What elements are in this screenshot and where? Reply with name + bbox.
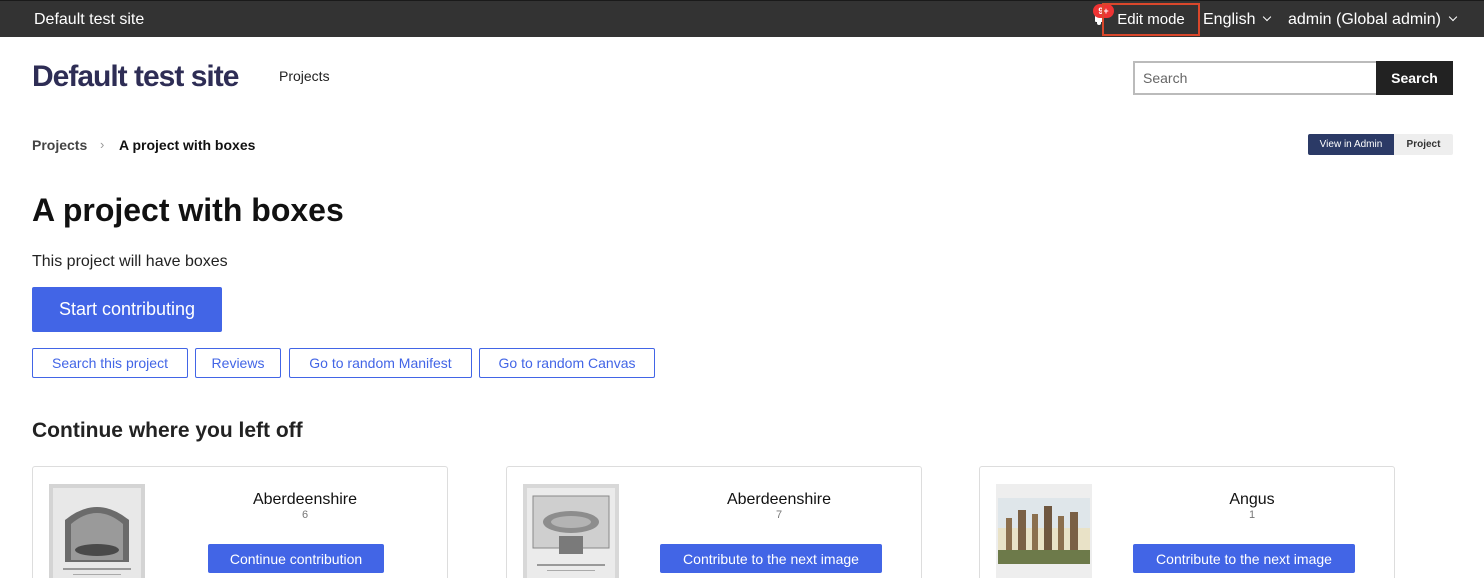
random-manifest-button[interactable]: Go to random Manifest — [289, 348, 472, 378]
topbar-site-name[interactable]: Default test site — [34, 11, 144, 29]
chevron-down-icon — [1448, 12, 1458, 22]
top-bar: Default test site 9+ Edit mode English a… — [0, 0, 1484, 37]
continue-heading: Continue where you left off — [32, 419, 303, 442]
manifest-thumbnail[interactable] — [996, 484, 1092, 578]
language-label: English — [1203, 11, 1256, 28]
page-title: A project with boxes — [32, 192, 344, 228]
random-canvas-button[interactable]: Go to random Canvas — [479, 348, 655, 378]
continue-card: Angus 1 Contribute to the next image — [979, 466, 1395, 578]
continue-contribution-button[interactable]: Continue contribution — [208, 544, 384, 573]
contribute-next-image-button[interactable]: Contribute to the next image — [660, 544, 882, 573]
user-menu[interactable]: admin (Global admin) — [1288, 11, 1458, 29]
continue-card: Aberdeenshire 6 Continue contribution — [32, 466, 448, 578]
chevron-down-icon — [1263, 12, 1272, 22]
card-count: 7 — [775, 509, 783, 521]
project-type-tag: Project — [1394, 134, 1453, 155]
contribute-next-image-button[interactable]: Contribute to the next image — [1133, 544, 1355, 573]
card-title: Aberdeenshire — [252, 491, 358, 508]
breadcrumb-projects[interactable]: Projects — [32, 137, 87, 153]
card-title: Angus — [1229, 491, 1275, 508]
project-description: This project will have boxes — [32, 253, 228, 270]
card-count: 6 — [301, 509, 309, 521]
breadcrumb-separator-icon: › — [100, 137, 105, 152]
manifest-thumbnail[interactable] — [523, 484, 619, 578]
language-selector[interactable]: English — [1203, 11, 1272, 29]
search-button[interactable]: Search — [1376, 61, 1453, 95]
search-input[interactable] — [1133, 61, 1376, 95]
search-project-button[interactable]: Search this project — [32, 348, 188, 378]
continue-card: Aberdeenshire 7 Contribute to the next i… — [506, 466, 922, 578]
edit-mode-button[interactable]: Edit mode — [1102, 3, 1200, 36]
view-in-admin-button[interactable]: View in Admin — [1308, 134, 1394, 155]
reviews-button[interactable]: Reviews — [195, 348, 281, 378]
card-count: 1 — [1248, 509, 1256, 521]
user-label: admin (Global admin) — [1288, 11, 1441, 28]
start-contributing-button[interactable]: Start contributing — [32, 287, 222, 332]
site-brand[interactable]: Default test site — [32, 60, 239, 94]
card-title: Aberdeenshire — [726, 491, 832, 508]
breadcrumb-current: A project with boxes — [119, 137, 256, 153]
manifest-thumbnail[interactable] — [49, 484, 145, 578]
nav-projects-link[interactable]: Projects — [279, 68, 330, 84]
